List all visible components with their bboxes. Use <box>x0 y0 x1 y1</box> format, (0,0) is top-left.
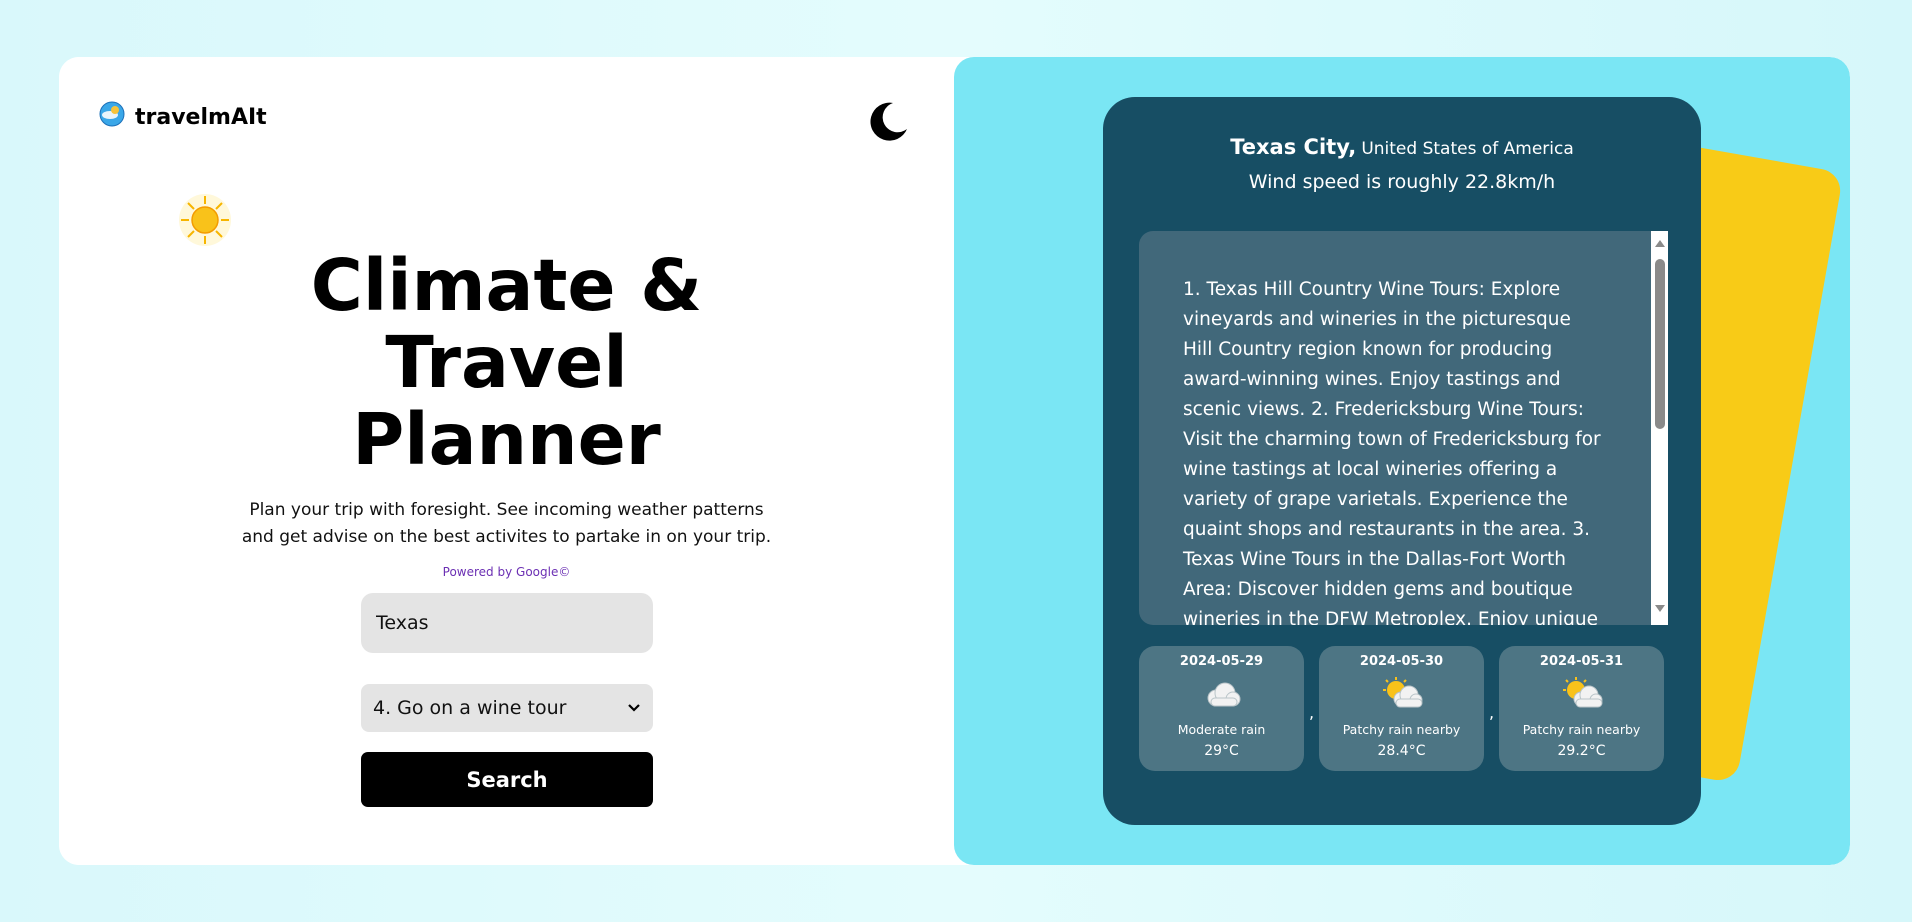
sun-icon <box>179 194 231 246</box>
main-card: travelmAIt Climate & Travel Planner Plan… <box>59 57 1850 865</box>
recommendations-box[interactable]: 1. Texas Hill Country Wine Tours: Explor… <box>1139 231 1651 625</box>
moon-icon[interactable] <box>865 99 909 143</box>
forecast-temp: 29°C <box>1204 743 1239 759</box>
chevron-down-icon <box>628 704 640 712</box>
forecast-temp: 29.2°C <box>1557 743 1606 759</box>
forecast-condition: Moderate rain <box>1177 722 1266 737</box>
cloud-icon <box>1207 682 1241 707</box>
app-name: travelmAIt <box>135 105 267 130</box>
scroll-down-icon[interactable] <box>1655 605 1665 613</box>
page-subtitle: Plan your trip with foresight. See incom… <box>241 500 772 547</box>
partly-cloudy-icon <box>1383 677 1423 708</box>
forecast-date: 2024-05-30 <box>1359 654 1444 669</box>
app-logo[interactable]: travelmAIt <box>99 97 267 130</box>
forecast-card: 2024-05-30 Patchy rain nearby 28.4°C <box>1319 646 1484 771</box>
weather-panel: Texas City, United States of America Win… <box>1103 97 1701 825</box>
separator: , <box>1309 703 1315 722</box>
search-pane: travelmAIt Climate & Travel Planner Plan… <box>59 57 954 865</box>
scroll-thumb[interactable] <box>1655 259 1665 429</box>
globe-icon <box>99 101 125 126</box>
separator: , <box>1489 703 1495 722</box>
recommendations-text: 1. Texas Hill Country Wine Tours: Explor… <box>1183 279 1601 625</box>
location-input[interactable] <box>361 593 653 653</box>
location-heading: Texas City, United States of America <box>1103 135 1701 159</box>
results-pane: Texas City, United States of America Win… <box>954 57 1850 865</box>
forecast-card: 2024-05-31 Patchy rain nearby 29.2°C <box>1499 646 1664 771</box>
forecast-date: 2024-05-29 <box>1179 654 1264 669</box>
forecast-date: 2024-05-31 <box>1539 654 1624 669</box>
page-title: Climate & Travel Planner <box>310 244 703 481</box>
forecast-condition: Patchy rain nearby <box>1522 722 1641 737</box>
city-name: Texas City, <box>1230 135 1357 159</box>
powered-by-label: Powered by Google© <box>442 565 571 579</box>
forecast-condition: Patchy rain nearby <box>1342 722 1461 737</box>
forecast-card: 2024-05-29 Moderate rain 29°C <box>1139 646 1304 771</box>
activity-select-value: 4. Go on a wine tour <box>373 697 567 719</box>
country-name: United States of America <box>1361 139 1574 159</box>
partly-cloudy-icon <box>1563 677 1603 708</box>
scrollbar[interactable] <box>1651 231 1668 625</box>
search-button[interactable]: Search <box>361 752 653 807</box>
wind-speed: Wind speed is roughly 22.8km/h <box>1248 171 1556 193</box>
activity-select[interactable]: 4. Go on a wine tour <box>361 684 653 732</box>
forecast-temp: 28.4°C <box>1377 743 1426 759</box>
scroll-up-icon[interactable] <box>1655 239 1665 247</box>
